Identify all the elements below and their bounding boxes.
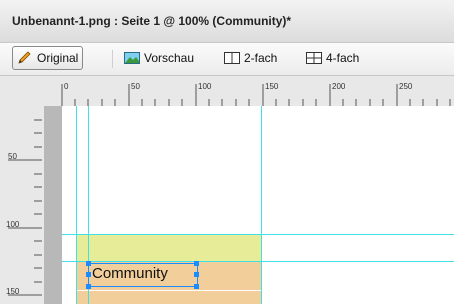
- toolbar-divider: [112, 50, 113, 68]
- vertical-ruler[interactable]: 50 100 150: [0, 106, 63, 304]
- design-canvas[interactable]: Community: [62, 106, 454, 304]
- split-2-icon: [224, 51, 240, 65]
- two-up-view-button[interactable]: 2-fach: [220, 47, 281, 69]
- selection-handle[interactable]: [194, 272, 199, 277]
- yellow-rectangle[interactable]: [76, 234, 261, 261]
- ruler-h-label: 250: [399, 82, 413, 91]
- four-up-view-label: 4-fach: [326, 51, 360, 65]
- ruler-v-label: 150: [6, 287, 20, 296]
- split-4-icon: [306, 51, 322, 65]
- ruler-v-label: 100: [6, 220, 20, 229]
- original-view-button[interactable]: Original: [12, 46, 84, 70]
- ruler-h-label: 50: [131, 82, 140, 91]
- horizontal-ruler[interactable]: 0 50 100 150 200 250: [0, 76, 454, 107]
- horizontal-guide[interactable]: [62, 261, 454, 262]
- selection-handle[interactable]: [86, 284, 91, 289]
- title-bar: Unbenannt-1.png : Seite 1 @ 100% (Commun…: [0, 0, 454, 43]
- ruler-h-label: 150: [265, 82, 279, 91]
- ruler-h-label: 200: [332, 82, 346, 91]
- selection-handle[interactable]: [86, 272, 91, 277]
- image-icon: [124, 51, 140, 65]
- preview-view-button[interactable]: Vorschau: [120, 47, 198, 69]
- ruler-h-label: 100: [198, 82, 212, 91]
- original-view-label: Original: [37, 51, 79, 65]
- four-up-view-button[interactable]: 4-fach: [302, 47, 363, 69]
- horizontal-guide[interactable]: [62, 234, 454, 235]
- vertical-guide[interactable]: [261, 106, 262, 304]
- selection-handle[interactable]: [86, 261, 91, 266]
- pencil-icon: [17, 51, 33, 65]
- view-toolbar: Original Vorschau 2-fach 4-fach: [0, 43, 454, 76]
- preview-view-label: Vorschau: [144, 51, 195, 65]
- two-up-view-label: 2-fach: [244, 51, 278, 65]
- vertical-guide[interactable]: [76, 106, 77, 304]
- ruler-h-label: 0: [64, 82, 69, 91]
- ruler-v-label: 50: [8, 152, 17, 161]
- community-text-object[interactable]: Community: [92, 265, 168, 282]
- selection-handle[interactable]: [194, 261, 199, 266]
- document-title: Unbenannt-1.png : Seite 1 @ 100% (Commun…: [12, 14, 292, 28]
- selection-handle[interactable]: [194, 284, 199, 289]
- orange-rectangle[interactable]: [76, 290, 261, 304]
